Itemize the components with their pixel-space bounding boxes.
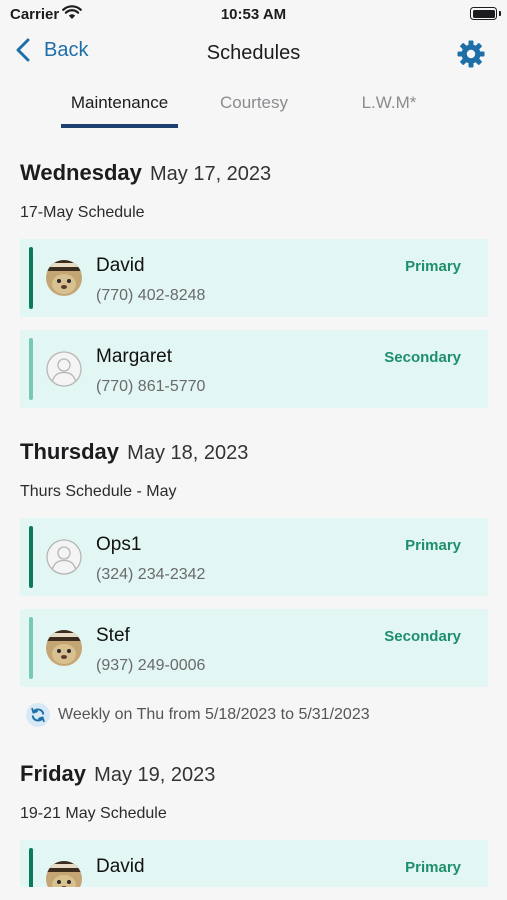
- tab-maintenance[interactable]: Maintenance: [61, 93, 178, 113]
- day-date: May 18, 2023: [127, 442, 249, 464]
- refresh-icon: [26, 703, 50, 727]
- contact-phone[interactable]: (770) 402-8248: [96, 287, 205, 305]
- gear-icon: [457, 40, 485, 68]
- avatar-photo: [46, 630, 82, 666]
- page-title: Schedules: [206, 42, 301, 64]
- contact-phone[interactable]: (770) 861-5770: [96, 378, 205, 396]
- recurrence-info: Weekly on Thu from 5/18/2023 to 5/31/202…: [26, 703, 370, 727]
- day-header: Thursday May 18, 2023: [20, 439, 248, 465]
- day-date: May 19, 2023: [94, 764, 216, 786]
- schedule-list[interactable]: Wednesday May 17, 2023 17-May Schedule D…: [0, 150, 507, 887]
- role-badge: Primary: [405, 537, 461, 554]
- schedule-name: Thurs Schedule - May: [20, 483, 177, 500]
- battery-icon: [470, 7, 497, 20]
- navigation-bar: Back Schedules: [0, 36, 507, 72]
- day-header: Friday May 19, 2023: [20, 761, 215, 787]
- tab-lwm[interactable]: L.W.M*: [330, 93, 448, 113]
- contact-card[interactable]: David Primary: [20, 840, 488, 887]
- schedule-name: 19-21 May Schedule: [20, 805, 167, 822]
- role-indicator-bar: [29, 526, 33, 588]
- contact-name: Stef: [96, 625, 130, 646]
- role-indicator-bar: [29, 617, 33, 679]
- day-date: May 17, 2023: [149, 163, 272, 185]
- active-tab-indicator: [61, 124, 178, 128]
- status-bar: Carrier 10:53 AM: [0, 0, 507, 28]
- contact-name: Margaret: [96, 346, 173, 367]
- contact-name: Ops1: [96, 534, 142, 555]
- settings-button[interactable]: [456, 39, 486, 74]
- contact-card[interactable]: Ops1 (324) 234-2342 Primary: [20, 518, 488, 596]
- person-icon: [46, 351, 82, 387]
- avatar-photo: [46, 861, 82, 887]
- day-weekday: Friday: [20, 761, 87, 786]
- role-badge: Primary: [405, 859, 461, 876]
- role-indicator-bar: [29, 247, 33, 309]
- role-badge: Secondary: [384, 628, 461, 645]
- contact-name: David: [96, 255, 145, 276]
- day-weekday: Thursday: [20, 439, 120, 464]
- avatar-photo: [46, 260, 82, 296]
- role-indicator-bar: [29, 848, 33, 887]
- contact-name: David: [96, 856, 145, 877]
- tab-courtesy[interactable]: Courtesy: [196, 93, 312, 113]
- clock: 10:53 AM: [220, 6, 287, 23]
- role-badge: Secondary: [384, 349, 461, 366]
- contact-card[interactable]: David (770) 402-8248 Primary: [20, 239, 488, 317]
- role-badge: Primary: [405, 258, 461, 275]
- schedule-type-tabs: Maintenance Courtesy L.W.M*: [0, 88, 507, 130]
- contact-card[interactable]: Stef (937) 249-0006 Secondary: [20, 609, 488, 687]
- contact-phone[interactable]: (324) 234-2342: [96, 566, 205, 584]
- schedule-name: 17-May Schedule: [20, 204, 145, 221]
- role-indicator-bar: [29, 338, 33, 400]
- recurrence-text: Weekly on Thu from 5/18/2023 to 5/31/202…: [58, 706, 370, 723]
- contact-phone[interactable]: (937) 249-0006: [96, 657, 205, 675]
- contact-card[interactable]: Margaret (770) 861-5770 Secondary: [20, 330, 488, 408]
- day-header: Wednesday May 17, 2023: [20, 160, 271, 186]
- person-icon: [46, 539, 82, 575]
- day-weekday: Wednesday: [20, 160, 142, 185]
